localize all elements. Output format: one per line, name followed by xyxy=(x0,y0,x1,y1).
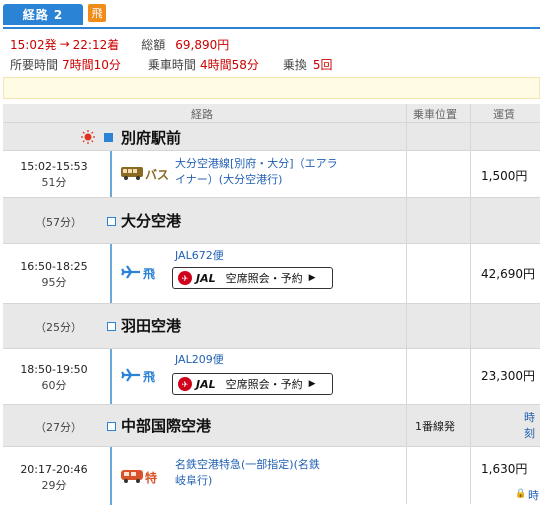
jal-logo-icon: ✈ xyxy=(178,271,192,285)
plane-icon xyxy=(121,265,141,282)
summary-times: 15:02発 → 22:12着 総額 69,890円 xyxy=(10,35,229,53)
bus-icon xyxy=(121,166,143,183)
time-value: 7時間10分 xyxy=(62,57,121,72)
station-row: （25分） 羽田空港 xyxy=(3,303,540,349)
total-fare: 69,890円 xyxy=(175,37,230,52)
segment-fare: 1,630円 xyxy=(481,462,528,476)
lock-icon: 🔒 xyxy=(515,489,527,499)
jal-word: JAL xyxy=(196,377,216,391)
segment-row: 20:17-20:46 29分 特 名鉄空港特急(一部指定)(名鉄 岐阜行) 1… xyxy=(3,446,540,505)
wait-time: （27分） xyxy=(35,421,82,434)
flight-link[interactable]: JAL209便 xyxy=(175,352,224,368)
station-row: （57分） 大分空港 xyxy=(3,197,540,244)
play-arrow-icon: ▶ xyxy=(308,379,316,389)
col-route: 経路 xyxy=(191,108,213,121)
ride-label: 乗車時間 xyxy=(147,57,196,72)
arrow-icon: → xyxy=(59,37,70,51)
depart-time: 15:02発 xyxy=(10,37,57,52)
seat-inquiry-button[interactable]: ✈ JAL 空席照会・予約 ▶ xyxy=(172,373,333,395)
segment-duration: 29分 xyxy=(41,479,67,492)
wait-time: （57分） xyxy=(35,216,82,229)
transfer-value: 5回 xyxy=(312,57,333,72)
timetable-link[interactable]: 時刻 xyxy=(524,409,540,441)
segment-duration: 60分 xyxy=(41,379,67,392)
route-tab[interactable]: 経路 2 xyxy=(3,4,83,25)
summary-durations: 所要時間 7時間10分 乗車時間 4時間58分 乗換 5回 xyxy=(10,55,333,73)
route-tabs: 経路 2 飛 xyxy=(0,0,542,28)
station-marker xyxy=(107,322,116,331)
segment-line xyxy=(110,244,112,304)
segment-fare: 42,690円 xyxy=(481,267,535,281)
seat-inquiry-label: 空席照会・予約 xyxy=(225,378,303,391)
flight-link[interactable]: JAL672便 xyxy=(175,248,224,264)
station-row: （27分） 中部国際空港 1番線発 時刻 xyxy=(3,404,540,447)
mode-label: 特 xyxy=(145,471,158,485)
sun-icon xyxy=(81,130,95,147)
segment-fare: 23,300円 xyxy=(481,369,535,383)
segment-line xyxy=(110,349,112,405)
col-fare: 運賃 xyxy=(493,108,515,121)
segment-row: 16:50-18:25 95分 飛 JAL672便 ✈ JAL 空席照会・予約 … xyxy=(3,243,540,304)
line-name-cont[interactable]: 岐阜行) xyxy=(175,473,320,489)
line-link[interactable]: 大分空港線[別府・大分]（エアラ イナー）(大分空港行) xyxy=(175,156,338,188)
platform-info: 1番線発 xyxy=(415,420,455,433)
mode-label: バス xyxy=(145,168,170,182)
flight-badge: 飛 xyxy=(88,4,106,22)
plane-mode: 飛 xyxy=(121,368,155,385)
station-name[interactable]: 別府駅前 xyxy=(121,127,181,148)
arrive-time: 22:12着 xyxy=(72,37,120,52)
time-label: 所要時間 xyxy=(10,57,59,72)
line-name[interactable]: 大分空港線[別府・大分]（エアラ xyxy=(175,156,338,172)
plane-icon xyxy=(121,368,141,385)
train-icon xyxy=(121,469,143,486)
plane-mode: 飛 xyxy=(121,265,155,282)
line-name-cont[interactable]: イナー）(大分空港行) xyxy=(175,172,338,188)
total-label: 総額 xyxy=(141,37,166,52)
station-row: 別府駅前 xyxy=(3,122,540,151)
mode-label: 飛 xyxy=(143,370,156,384)
segment-duration: 51分 xyxy=(41,176,67,189)
jal-logo-icon: ✈ xyxy=(178,377,192,391)
station-name[interactable]: 中部国際空港 xyxy=(121,415,211,436)
segment-time: 18:50-19:50 xyxy=(20,363,88,376)
timetable-link[interactable]: 時 xyxy=(528,487,539,503)
seat-inquiry-button[interactable]: ✈ JAL 空席照会・予約 ▶ xyxy=(172,267,333,289)
station-marker xyxy=(107,217,116,226)
station-name[interactable]: 大分空港 xyxy=(121,210,181,231)
segment-line xyxy=(110,151,112,198)
route-summary: 15:02発 → 22:12着 総額 69,890円 所要時間 7時間10分 乗… xyxy=(3,27,540,77)
table-header: 経路 乗車位置 運賃 xyxy=(3,104,540,123)
notice-bar xyxy=(3,77,540,99)
segment-line xyxy=(110,447,112,505)
transfer-label: 乗換 xyxy=(282,57,307,72)
segment-time: 15:02-15:53 xyxy=(20,160,88,173)
wait-time: （25分） xyxy=(35,321,82,334)
play-arrow-icon: ▶ xyxy=(308,273,316,283)
segment-time: 16:50-18:25 xyxy=(20,260,88,273)
segment-row: 15:02-15:53 51分 バス 大分空港線[別府・大分]（エアラ イナー）… xyxy=(3,150,540,198)
column-divider xyxy=(470,104,471,504)
jal-word: JAL xyxy=(196,271,216,285)
line-name[interactable]: 名鉄空港特急(一部指定)(名鉄 xyxy=(175,457,320,473)
ride-value: 4時間58分 xyxy=(199,57,259,72)
segment-row: 18:50-19:50 60分 飛 JAL209便 ✈ JAL 空席照会・予約 … xyxy=(3,348,540,405)
origin-marker xyxy=(104,133,113,142)
segment-fare: 1,500円 xyxy=(481,169,528,183)
bus-mode: バス xyxy=(121,166,169,183)
station-marker xyxy=(107,422,116,431)
seat-inquiry-label: 空席照会・予約 xyxy=(225,272,303,285)
train-mode: 特 xyxy=(121,469,157,486)
station-name[interactable]: 羽田空港 xyxy=(121,315,181,336)
column-divider xyxy=(406,104,407,504)
segment-time: 20:17-20:46 xyxy=(20,463,88,476)
col-position: 乗車位置 xyxy=(413,108,457,121)
mode-label: 飛 xyxy=(143,267,156,281)
line-link[interactable]: 名鉄空港特急(一部指定)(名鉄 岐阜行) xyxy=(175,457,320,489)
segment-duration: 95分 xyxy=(41,276,67,289)
